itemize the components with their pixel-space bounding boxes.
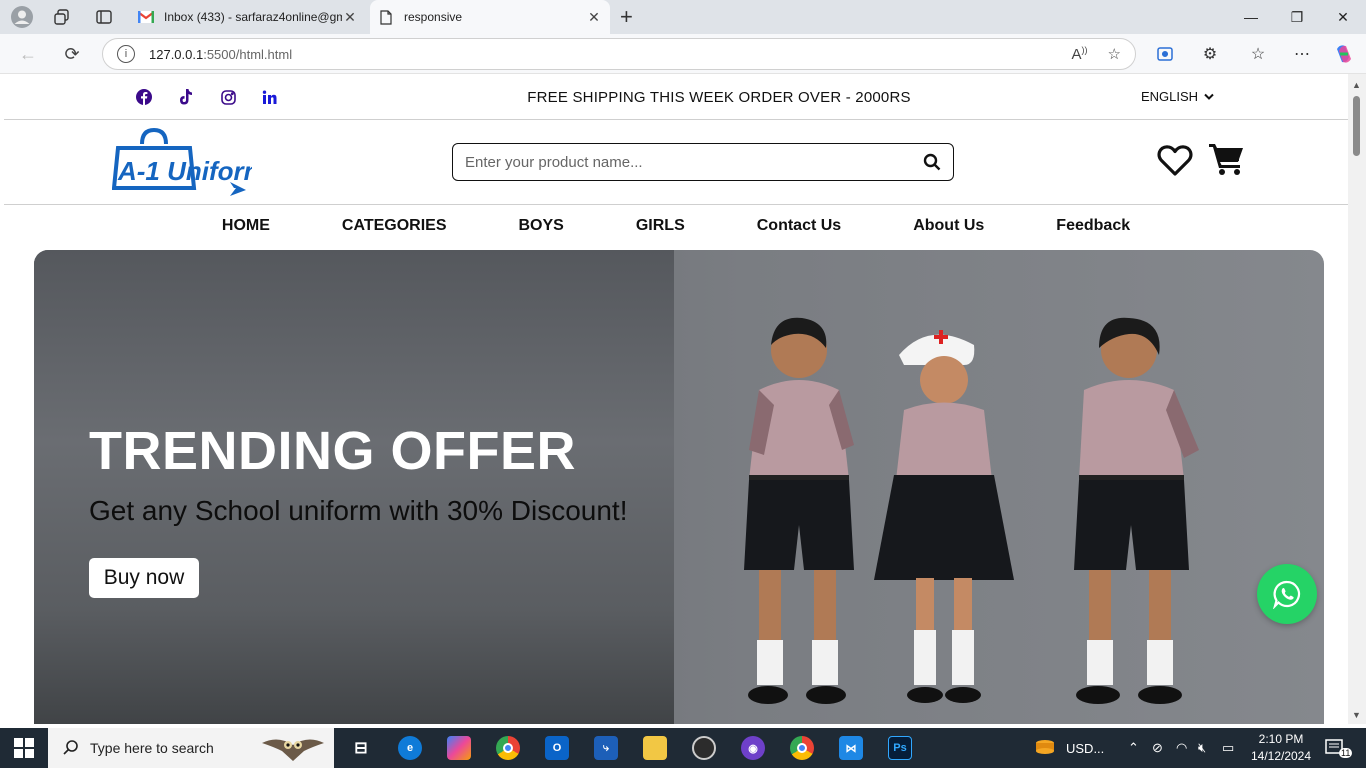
hero-banner: TRENDING OFFER Get any School uniform wi… (34, 250, 1324, 724)
currency-label: USD... (1066, 740, 1105, 756)
buy-now-button[interactable]: Buy now (89, 558, 199, 598)
language-select[interactable]: ENGLISH (1141, 89, 1214, 104)
read-aloud-icon[interactable]: A)) (1072, 45, 1088, 63)
screen-capture-icon[interactable] (1153, 42, 1177, 66)
scroll-down-icon[interactable]: ▼ (1352, 710, 1361, 720)
product-search-box (452, 143, 954, 181)
nav-item-home[interactable]: HOME (186, 205, 306, 251)
profile-icon[interactable] (10, 5, 34, 29)
extensions-icon[interactable]: ⚙ (1198, 42, 1222, 66)
url-path: :5500/html.html (203, 46, 293, 62)
gmail-icon (138, 9, 154, 25)
file-explorer-icon[interactable] (643, 736, 667, 760)
favorites-icon[interactable]: ☆ (1246, 42, 1270, 66)
nav-item-categories[interactable]: CATEGORIES (306, 205, 483, 251)
windows-taskbar: Type here to search ⊟ e O ⤷ ◉ ⋈ Ps USD..… (0, 728, 1366, 768)
more-menu-icon[interactable]: ⋯ (1290, 42, 1314, 66)
page-scrollbar[interactable]: ▲ ▼ (1348, 74, 1366, 724)
copilot-app-icon[interactable] (447, 736, 471, 760)
tab-responsive[interactable]: responsive ✕ (370, 0, 610, 34)
site-logo[interactable]: A-1 Uniform (111, 126, 267, 198)
notification-count: 11 (1339, 748, 1353, 758)
chrome-profile-icon[interactable] (790, 736, 814, 760)
copilot-icon[interactable] (1332, 42, 1356, 66)
kids-uniform-photo (744, 317, 1199, 704)
tab-title: Inbox (433) - sarfaraz4online@gm (164, 10, 342, 24)
logo-text: A-1 Uniform (117, 156, 252, 186)
cart-icon[interactable] (1209, 142, 1245, 181)
nav-item-feedback[interactable]: Feedback (1020, 205, 1166, 251)
close-tab-icon[interactable]: ✕ (586, 9, 602, 26)
refresh-icon[interactable]: ⟳ (60, 42, 84, 66)
battery-icon[interactable]: ▭ (1222, 728, 1234, 768)
site-header: A-1 Uniform (4, 120, 1348, 205)
restore-icon[interactable]: ❐ (1274, 0, 1320, 34)
chrome-icon[interactable] (496, 736, 520, 760)
whatsapp-chat-button[interactable] (1257, 564, 1317, 624)
owl-search-highlight-icon (261, 739, 324, 761)
currency-widget[interactable]: USD... (1034, 728, 1104, 768)
hero-background (34, 250, 674, 724)
tab-inbox[interactable]: Inbox (433) - sarfaraz4online@gm ✕ (130, 0, 366, 34)
page-icon (378, 9, 394, 25)
main-nav: HOME CATEGORIES BOYS GIRLS Contact Us Ab… (4, 205, 1348, 251)
currency-icon (1036, 740, 1054, 754)
close-window-icon[interactable]: ✕ (1320, 0, 1366, 34)
scroll-up-icon[interactable]: ▲ (1352, 80, 1361, 90)
chevron-down-icon (1204, 93, 1214, 100)
taskbar-search[interactable]: Type here to search (48, 728, 334, 768)
url-host: 127.0.0.1 (149, 46, 204, 62)
vscode-icon[interactable]: ⋈ (839, 736, 863, 760)
url-field[interactable]: i 127.0.0.1:5500/html.html A)) ☆ (102, 38, 1136, 70)
minimize-icon[interactable]: — (1228, 0, 1274, 34)
system-clock[interactable]: 2:10 PM 14/12/2024 (1246, 731, 1316, 765)
task-view-icon[interactable]: ⊟ (349, 736, 373, 760)
connect-app-icon[interactable]: ⤷ (594, 736, 618, 760)
nav-item-contact-us[interactable]: Contact Us (721, 205, 877, 251)
clock-date: 14/12/2024 (1250, 749, 1312, 763)
tab-actions-icon[interactable] (92, 5, 116, 29)
notifications-icon[interactable]: 11 (1325, 728, 1353, 768)
search-icon[interactable] (923, 153, 941, 171)
clock-time: 2:10 PM (1258, 732, 1304, 746)
nav-item-girls[interactable]: GIRLS (600, 205, 721, 251)
obs-icon[interactable] (692, 736, 716, 760)
hero-subtitle: Get any School uniform with 30% Discount… (89, 495, 628, 526)
taskbar-search-text: Type here to search (90, 740, 214, 756)
windows-start-icon[interactable] (14, 738, 34, 763)
github-desktop-icon[interactable]: ◉ (741, 736, 765, 760)
workspaces-icon[interactable] (50, 5, 74, 29)
nav-item-boys[interactable]: BOYS (483, 205, 600, 251)
browser-tab-bar: Inbox (433) - sarfaraz4online@gm ✕ respo… (0, 0, 1366, 34)
wishlist-heart-icon[interactable] (1157, 144, 1193, 181)
page-viewport: FREE SHIPPING THIS WEEK ORDER OVER - 200… (4, 74, 1348, 724)
language-label: ENGLISH (1141, 89, 1199, 104)
top-info-strip: FREE SHIPPING THIS WEEK ORDER OVER - 200… (4, 74, 1348, 120)
show-hidden-icons[interactable]: ⌃ (1128, 728, 1139, 768)
hero-title: TRENDING OFFER (89, 421, 576, 481)
site-info-icon[interactable]: i (117, 45, 135, 63)
edge-browser-icon[interactable]: e (398, 736, 422, 760)
favorite-star-icon[interactable]: ☆ (1108, 45, 1121, 63)
product-search-input[interactable] (465, 153, 923, 171)
whatsapp-icon (1273, 580, 1301, 609)
nav-item-about-us[interactable]: About Us (877, 205, 1020, 251)
network-off-icon[interactable]: ⊘ (1152, 728, 1163, 768)
new-tab-icon[interactable]: + (620, 4, 633, 30)
photoshop-icon[interactable]: Ps (888, 736, 912, 760)
close-tab-icon[interactable]: ✕ (342, 9, 358, 26)
outlook-icon[interactable]: O (545, 736, 569, 760)
tab-title: responsive (404, 10, 463, 24)
search-icon (63, 740, 78, 755)
back-icon[interactable]: ← (16, 42, 40, 66)
wifi-icon[interactable]: ◠ (1176, 728, 1187, 768)
address-bar-row: ← ⟳ i 127.0.0.1:5500/html.html A)) ☆ ⚙ ☆… (0, 34, 1366, 74)
volume-icon[interactable]: 🔇︎ (1198, 728, 1206, 768)
scrollbar-thumb[interactable] (1353, 96, 1360, 156)
